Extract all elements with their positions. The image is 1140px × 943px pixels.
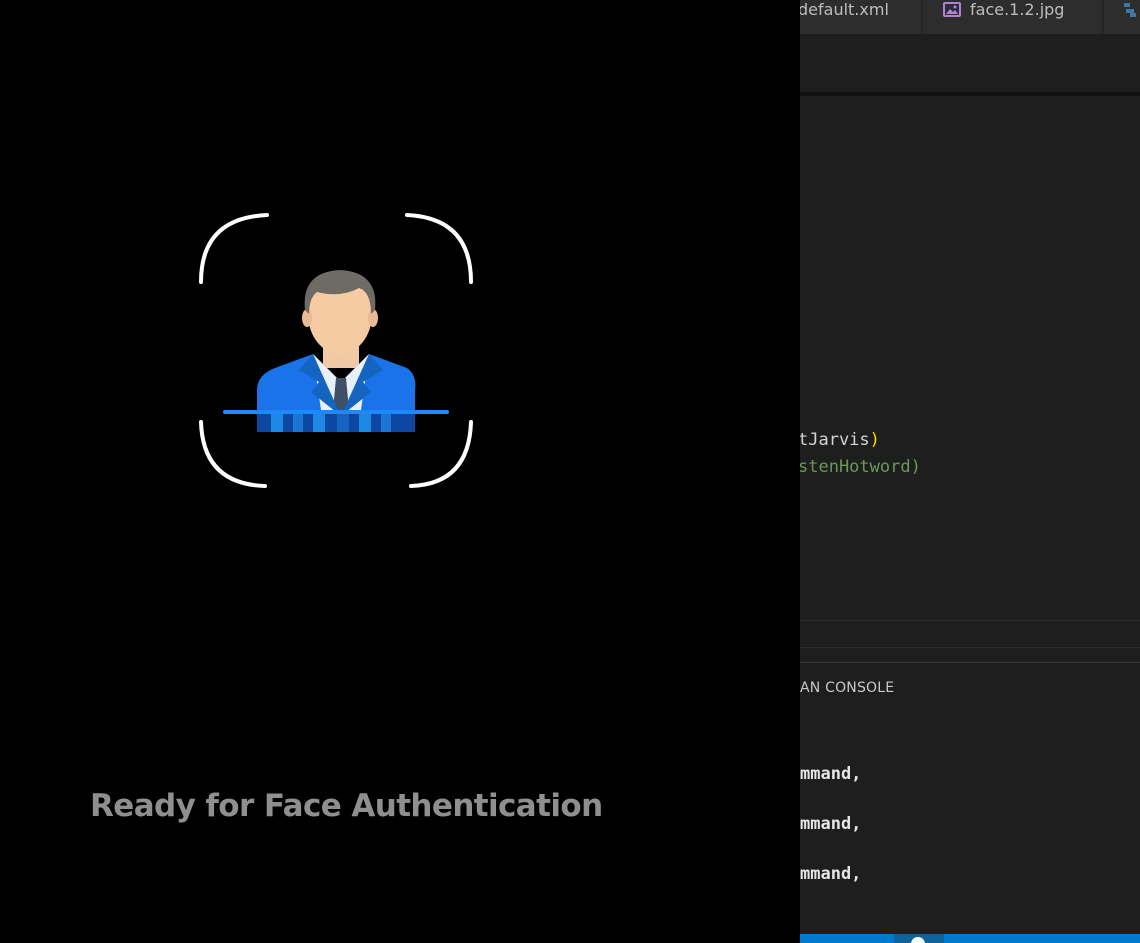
face-auth-status-text: Ready for Face Authentication <box>90 788 603 824</box>
tab-face-image[interactable]: face.1.2.jpg <box>923 0 1103 34</box>
code-area[interactable]: tJarvis) stenHotword) <box>800 96 1140 620</box>
face-scan-frame-icon <box>199 213 473 488</box>
businessman-avatar-icon <box>257 270 416 432</box>
python-file-icon <box>1124 3 1136 17</box>
frame-corner-top-left <box>199 213 269 284</box>
tab-default-xml[interactable]: default.xml <box>800 0 922 34</box>
code-paren: ) <box>869 430 880 450</box>
code-text: tJarvis <box>800 430 870 450</box>
panel-tab-console[interactable]: AN CONSOLE <box>800 680 894 696</box>
horizontal-scrollbar[interactable] <box>800 620 1140 648</box>
editor-breadcrumb-bar <box>800 34 1140 96</box>
tab-python-file[interactable] <box>1104 0 1140 34</box>
face-auth-window: Ready for Face Authentication <box>0 0 800 943</box>
code-editor-window: default.xml face.1.2.jpg tJarvis) stenHo… <box>800 0 1140 943</box>
status-bar <box>800 934 1140 943</box>
code-line: stenHotword) <box>800 457 921 477</box>
frame-corner-bottom-right <box>409 420 473 488</box>
frame-corner-bottom-left <box>199 420 267 488</box>
image-file-icon <box>943 2 961 17</box>
editor-tab-bar: default.xml face.1.2.jpg <box>800 0 1140 34</box>
scan-line <box>223 410 449 414</box>
tab-label: default.xml <box>800 0 889 19</box>
frame-corner-top-right <box>405 213 473 284</box>
bottom-panel: AN CONSOLE mmand, mmand, mmand, <box>800 662 1140 935</box>
console-line: mmand, <box>800 764 862 784</box>
tab-label: face.1.2.jpg <box>970 0 1065 19</box>
console-line: mmand, <box>800 864 862 884</box>
code-line: tJarvis) <box>800 430 880 450</box>
console-line: mmand, <box>800 814 862 834</box>
